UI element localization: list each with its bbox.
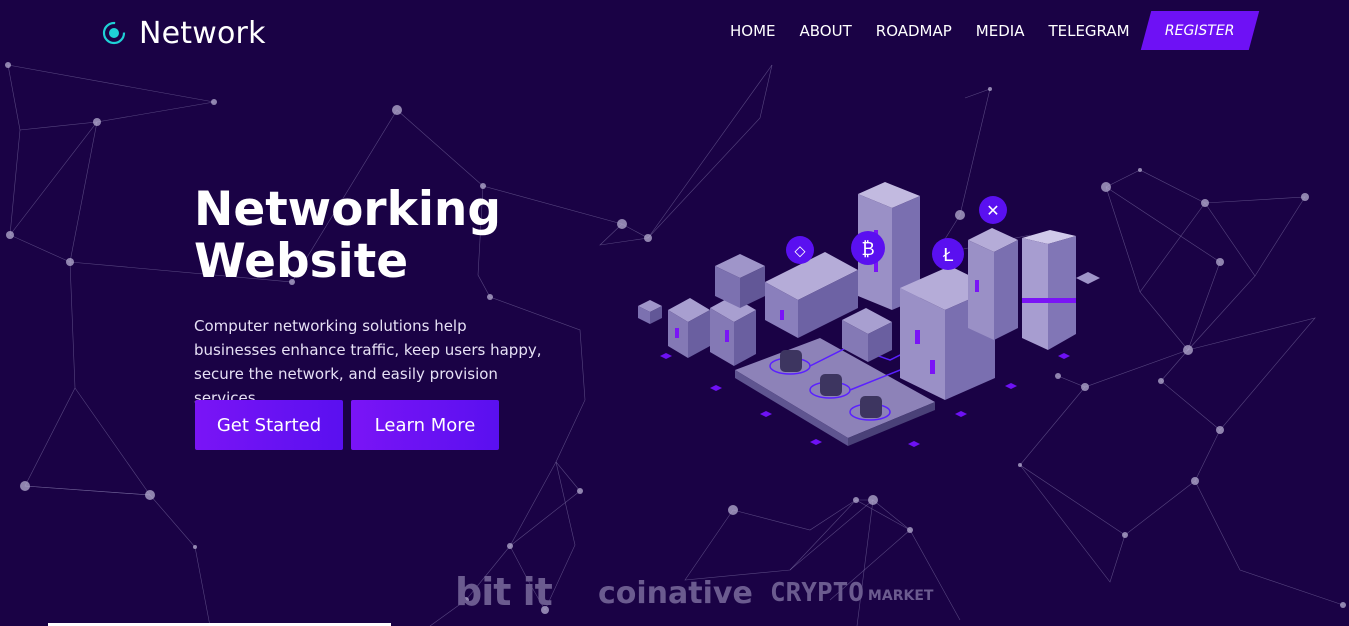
brand-logo[interactable]: Network [100,14,266,52]
register-button[interactable]: REGISTER [1140,11,1260,50]
svg-text:⬦: ⬦ [794,241,806,260]
svg-text:Ł: Ł [942,245,954,266]
orbit-dot-icon [102,21,126,45]
main-nav: HOME ABOUT ROADMAP MEDIA TELEGRAM [730,22,1154,40]
svg-text:₿: ₿ [861,239,874,260]
partner-bitit-logo: bit it [455,570,553,614]
ripple-icon: ✕ [979,196,1007,224]
get-started-button[interactable]: Get Started [195,400,343,450]
nav-roadmap[interactable]: ROADMAP [876,22,952,40]
nav-about[interactable]: ABOUT [800,22,852,40]
partner-market-text: MARKET [867,588,934,604]
nav-media[interactable]: MEDIA [976,22,1025,40]
partner-coinative-logo: coinative [598,576,753,611]
nav-telegram[interactable]: TELEGRAM [1048,22,1129,40]
svg-text:✕: ✕ [986,201,999,220]
isometric-crypto-city-icon: ⬦ ₿ Ł ✕ [638,182,1100,447]
register-label: REGISTER [1165,22,1235,39]
hero-title-line2: Website [194,234,409,289]
hero-title: Networking Website [194,184,614,288]
litecoin-icon: Ł [932,238,964,270]
hero-description: Computer networking solutions help busin… [194,317,542,407]
brand-name: Network [139,15,266,51]
bitcoin-icon: ₿ [851,231,885,265]
hero-title-line1: Networking [194,182,502,237]
partner-crypto-text: CRYPTO [770,578,864,608]
partner-crypto-market-logo: CRYPTO MARKET [770,578,933,608]
ethereum-icon: ⬦ [786,236,814,264]
nav-home[interactable]: HOME [730,22,776,40]
learn-more-button[interactable]: Learn More [351,400,499,450]
